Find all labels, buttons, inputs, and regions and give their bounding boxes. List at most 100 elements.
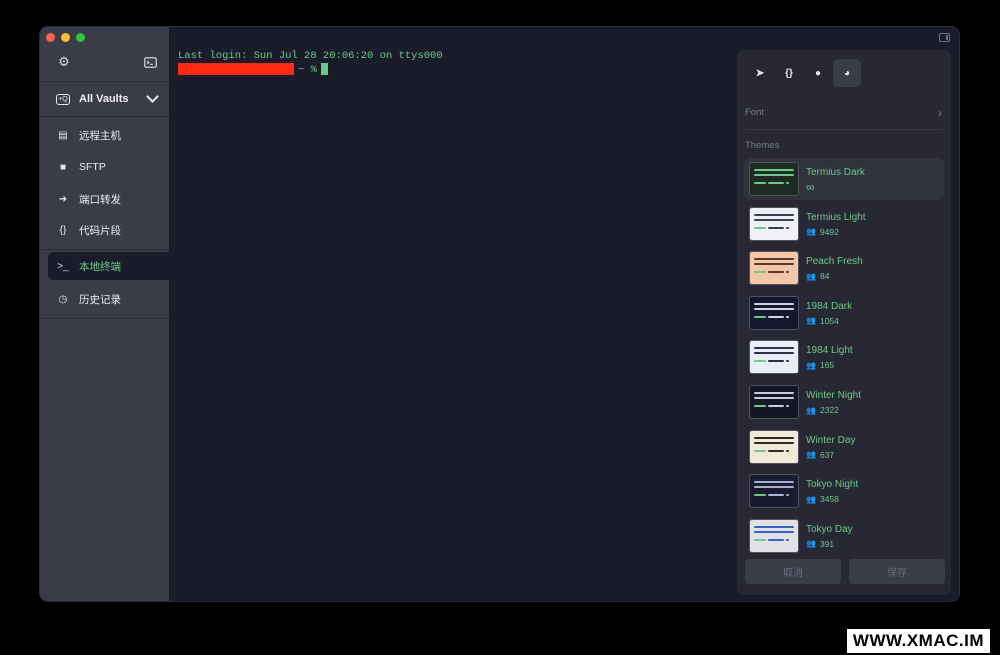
- theme-user-count: 3458: [819, 494, 839, 505]
- theme-thumbnail: [749, 385, 799, 419]
- thumbnail-line: [754, 449, 766, 452]
- thumbnail-line: [768, 405, 784, 407]
- theme-thumbnail: [749, 162, 799, 196]
- thumbnail-line: [754, 392, 794, 394]
- thumbnail-line: [754, 174, 794, 176]
- users-icon: 👥: [806, 316, 816, 326]
- thumbnail-line: [786, 449, 789, 452]
- sidebar-item-hosts[interactable]: ▤ 远程主机: [40, 121, 169, 149]
- theme-user-count: 391: [819, 538, 835, 549]
- theme-name: Winter Day: [806, 434, 856, 446]
- theme-meta: 👥 637: [806, 450, 834, 460]
- theme-user-count: 84: [819, 271, 830, 282]
- theme-item[interactable]: Winter Night 👥 2322: [744, 381, 944, 423]
- theme-item[interactable]: 1984 Dark 👥 1054: [744, 292, 944, 334]
- close-window-button[interactable]: [46, 33, 55, 42]
- thumbnail-line: [754, 315, 766, 318]
- infinity-icon: ∞: [806, 180, 815, 194]
- sidebar-item-snippets[interactable]: {} 代码片段: [40, 216, 169, 244]
- theme-item[interactable]: 1984 Light 👥 165: [744, 336, 944, 378]
- thumbnail-line: [754, 405, 766, 407]
- toggle-panel-icon[interactable]: [939, 33, 950, 42]
- theme-item[interactable]: Tokyo Day 👥 391: [744, 515, 944, 557]
- terminal-icon[interactable]: [142, 54, 158, 70]
- users-icon: 👥: [806, 405, 816, 415]
- theme-thumbnail: [749, 518, 799, 553]
- minimize-window-button[interactable]: [61, 33, 70, 42]
- users-icon: 👥: [806, 227, 816, 237]
- braces-icon[interactable]: {}: [775, 59, 803, 87]
- app-window: ⚙ +Q All Vaults ▤ 远程主机 ■ SFTP ➜ 端口转发 {} …: [40, 27, 959, 601]
- sidebar-item-port-forwarding[interactable]: ➜ 端口转发: [40, 185, 169, 213]
- theme-name: Tokyo Day: [806, 523, 853, 535]
- gear-icon[interactable]: ⚙: [56, 54, 72, 70]
- folder-icon: ■: [59, 161, 67, 173]
- theme-user-count: 1054: [819, 315, 839, 326]
- thumbnail-line: [754, 226, 766, 229]
- thumbnail-line: [754, 494, 766, 497]
- thumbnail-line: [754, 271, 766, 274]
- thumbnail-line: [754, 169, 794, 171]
- thumbnail-line: [786, 182, 789, 184]
- circle-icon[interactable]: ●: [804, 59, 832, 87]
- font-row[interactable]: Font ›: [745, 106, 944, 120]
- save-button[interactable]: 保存: [849, 559, 945, 584]
- thumbnail-line: [754, 486, 794, 489]
- theme-thumbnail: [749, 429, 799, 464]
- vault-label: All Vaults: [79, 93, 129, 105]
- theme-user-count: 165: [819, 360, 835, 371]
- sidebar-item-label: 代码片段: [79, 224, 121, 237]
- thumbnail-line: [786, 494, 789, 497]
- panel-actions: 取消 保存: [745, 559, 945, 584]
- palette-icon[interactable]: ◕: [833, 59, 861, 87]
- server-icon: ▤: [58, 129, 68, 141]
- thumbnail-line: [754, 352, 794, 355]
- sidebar-item-label: 本地终端: [79, 260, 121, 273]
- theme-thumbnail: [749, 340, 799, 375]
- sidebar-item-local-terminal[interactable]: >_ 本地终端: [48, 252, 169, 280]
- theme-meta: 👥 84: [806, 271, 829, 281]
- thumbnail-line: [768, 494, 784, 497]
- arrow-right-icon: ➜: [58, 193, 68, 205]
- thumbnail-line: [754, 263, 794, 266]
- users-icon: 👥: [806, 494, 816, 504]
- thumbnail-line: [754, 441, 794, 444]
- sidebar-divider: [40, 116, 169, 117]
- terminal-output[interactable]: Last login: Sun Jul 28 20:06:20 on ttys0…: [178, 50, 443, 77]
- sidebar-item-sftp[interactable]: ■ SFTP: [40, 153, 169, 181]
- vault-selector[interactable]: +Q All Vaults: [40, 85, 169, 113]
- theme-item[interactable]: Termius Light 👥 9492: [744, 203, 944, 245]
- rocket-icon[interactable]: ➤: [746, 59, 774, 87]
- thumbnail-line: [754, 525, 794, 528]
- users-icon: 👥: [806, 271, 816, 281]
- theme-item[interactable]: Tokyo Night 👥 3458: [744, 470, 944, 512]
- sidebar-item-history[interactable]: ◷ 历史记录: [40, 285, 169, 313]
- thumbnail-line: [754, 436, 794, 439]
- theme-thumbnail: [749, 295, 799, 330]
- terminal-line: Last login: Sun Jul 28 20:06:20 on ttys0…: [178, 50, 443, 62]
- thumbnail-line: [768, 182, 784, 184]
- thumbnail-line: [768, 538, 784, 541]
- chevron-right-icon: ›: [938, 106, 942, 120]
- users-icon: 👥: [806, 450, 816, 460]
- theme-meta: 👥 3458: [806, 494, 839, 504]
- theme-thumbnail: [749, 474, 799, 509]
- panel-tabs: ➤ {} ● ◕: [746, 59, 861, 87]
- thumbnail-line: [786, 271, 789, 274]
- theme-item[interactable]: Winter Day 👥 637: [744, 426, 944, 468]
- theme-name: Termius Dark: [806, 167, 865, 178]
- theme-item[interactable]: Peach Fresh 👥 84: [744, 247, 944, 289]
- theme-item[interactable]: Termius Dark ∞: [744, 158, 944, 200]
- themes-title: Themes: [745, 140, 780, 151]
- theme-meta: ∞: [806, 180, 815, 194]
- cancel-button[interactable]: 取消: [745, 559, 841, 584]
- users-icon: 👥: [806, 360, 816, 370]
- thumbnail-line: [768, 315, 784, 318]
- sidebar-divider: [40, 249, 169, 250]
- zoom-window-button[interactable]: [76, 33, 85, 42]
- theme-name: 1984 Light: [806, 345, 853, 357]
- thumbnail-line: [754, 307, 794, 310]
- thumbnail-line: [786, 360, 789, 363]
- font-label: Font: [745, 107, 765, 118]
- thumbnail-line: [786, 315, 789, 318]
